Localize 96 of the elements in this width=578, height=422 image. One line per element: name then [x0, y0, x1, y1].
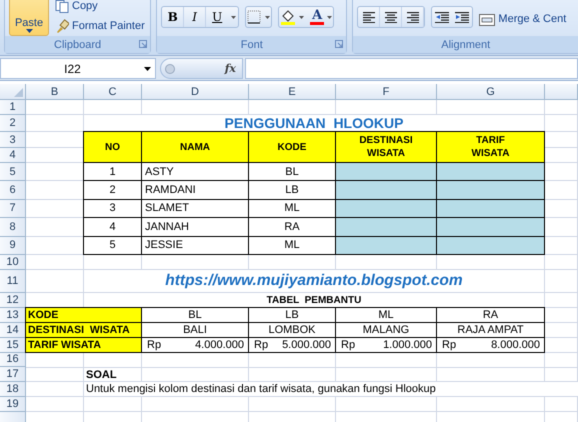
- column-heading: DESTINASI WISATA: [336, 131, 437, 163]
- dropdown-arrow-icon: [299, 16, 304, 18]
- table-cell: ML: [336, 306, 437, 323]
- instruction-text: Untuk mengisi kolom destinasi dan tarif wisata, gunakan fungsi Hlookup: [84, 382, 578, 398]
- copy-button[interactable]: Copy: [55, 0, 145, 13]
- dialog-launcher-icon: [335, 40, 344, 48]
- align-center-icon: [384, 11, 398, 23]
- table-cell: RAMDANI: [142, 181, 249, 200]
- table-cell: RA: [437, 306, 545, 323]
- insert-function-button[interactable]: fx: [160, 58, 243, 79]
- bold-button[interactable]: B: [162, 7, 184, 27]
- row-header[interactable]: 13: [0, 308, 26, 323]
- row-header[interactable]: 4: [0, 148, 26, 163]
- section-heading: SOAL: [85, 368, 118, 382]
- column-header[interactable]: D: [142, 84, 249, 100]
- increase-indent-icon: [455, 11, 470, 23]
- group-label: Alignment: [441, 38, 490, 50]
- column-heading: NO: [83, 131, 142, 163]
- group-label: Clipboard: [54, 38, 102, 50]
- row-header[interactable]: 10: [0, 254, 26, 270]
- align-left-icon: [362, 11, 376, 23]
- amount-text: 1.000.000: [383, 338, 432, 351]
- underline-button[interactable]: U: [206, 7, 228, 27]
- table-cell: MALANG: [336, 322, 437, 338]
- borders-icon: [247, 10, 262, 24]
- format-painter-button[interactable]: Format Painter: [55, 19, 145, 33]
- row-header[interactable]: 18: [0, 382, 26, 398]
- currency-label: Rp: [341, 338, 356, 351]
- name-box[interactable]: I22: [0, 58, 156, 79]
- column-header[interactable]: F: [336, 84, 437, 100]
- circle-handle-icon: [165, 64, 175, 74]
- merge-center-button[interactable]: Merge & Cent: [479, 13, 566, 26]
- row-header[interactable]: 11: [0, 270, 26, 293]
- brush-icon: [55, 19, 69, 33]
- row-header[interactable]: 15: [0, 338, 26, 353]
- currency-label: Rp: [254, 338, 268, 351]
- row-header[interactable]: 9: [0, 236, 26, 255]
- table-cell: 4: [83, 218, 142, 237]
- align-right-icon: [406, 11, 420, 23]
- table-cell: RAJA AMPAT: [437, 322, 545, 338]
- table-cell: ASTY: [142, 163, 249, 182]
- row-label: KODE: [25, 306, 142, 323]
- dropdown-arrow-icon: [327, 16, 332, 18]
- row-header[interactable]: 16: [0, 352, 26, 368]
- group-label: Font: [240, 38, 263, 50]
- column-header[interactable]: C: [84, 84, 142, 100]
- table-cell: SLAMET: [142, 200, 249, 218]
- table-cell: LOMBOK: [249, 322, 336, 338]
- dialog-launcher-icon: [139, 40, 148, 48]
- table-cell: BALI: [142, 322, 249, 338]
- row-header[interactable]: 6: [0, 181, 26, 200]
- row-header[interactable]: 8: [0, 218, 26, 237]
- row-header[interactable]: 1: [0, 100, 26, 115]
- row-header[interactable]: 5: [0, 163, 26, 182]
- table-cell: LB: [249, 306, 336, 323]
- amount-text: 8.000.000: [491, 338, 540, 351]
- column-heading: NAMA: [142, 131, 249, 163]
- dropdown-arrow-icon: [144, 66, 151, 70]
- table-cell: 2: [83, 181, 142, 200]
- decrease-indent-icon: [435, 11, 450, 23]
- row-header[interactable]: 19: [0, 397, 26, 412]
- italic-button[interactable]: I: [184, 7, 206, 27]
- table-cell: BL: [142, 306, 249, 323]
- color-bar-icon: [310, 22, 324, 24]
- column-heading: KODE: [249, 131, 336, 163]
- formula-input[interactable]: [245, 58, 578, 79]
- paste-button[interactable]: Paste: [9, 0, 49, 36]
- table-cell: JANNAH: [142, 218, 249, 237]
- currency-label: Rp: [147, 338, 162, 351]
- currency-label: Rp: [442, 338, 456, 351]
- table-cell: JESSIE: [142, 236, 249, 255]
- row-header[interactable]: 14: [0, 322, 26, 338]
- column-header[interactable]: B: [26, 84, 84, 100]
- column-heading: TARIF WISATA: [437, 131, 545, 163]
- corner-triangle-icon: [14, 88, 23, 97]
- column-header[interactable]: E: [249, 84, 336, 100]
- copy-icon: [55, 0, 69, 13]
- paint-bucket-icon: [280, 9, 296, 25]
- row-header[interactable]: 12: [0, 292, 26, 308]
- row-header[interactable]: 2: [0, 115, 26, 132]
- table-cell: 1: [83, 163, 142, 182]
- table-cell: 5: [83, 236, 142, 255]
- table-cell: 3: [83, 200, 142, 218]
- amount-text: 5.000.000: [282, 338, 331, 351]
- amount-text: 4.000.000: [195, 338, 244, 351]
- row-label: DESTINASI WISATA: [25, 322, 142, 338]
- column-header[interactable]: G: [437, 84, 545, 100]
- dropdown-arrow-icon: [230, 16, 236, 18]
- row-header[interactable]: 3: [0, 132, 26, 148]
- merge-cells-icon: [479, 14, 496, 26]
- row-header[interactable]: 17: [0, 367, 26, 382]
- font-color-button[interactable]: A: [309, 7, 334, 27]
- dropdown-arrow-icon: [265, 16, 270, 18]
- dropdown-arrow-icon: [26, 29, 32, 33]
- row-header[interactable]: 7: [0, 200, 26, 218]
- row-label: TARIF WISATA: [25, 338, 142, 353]
